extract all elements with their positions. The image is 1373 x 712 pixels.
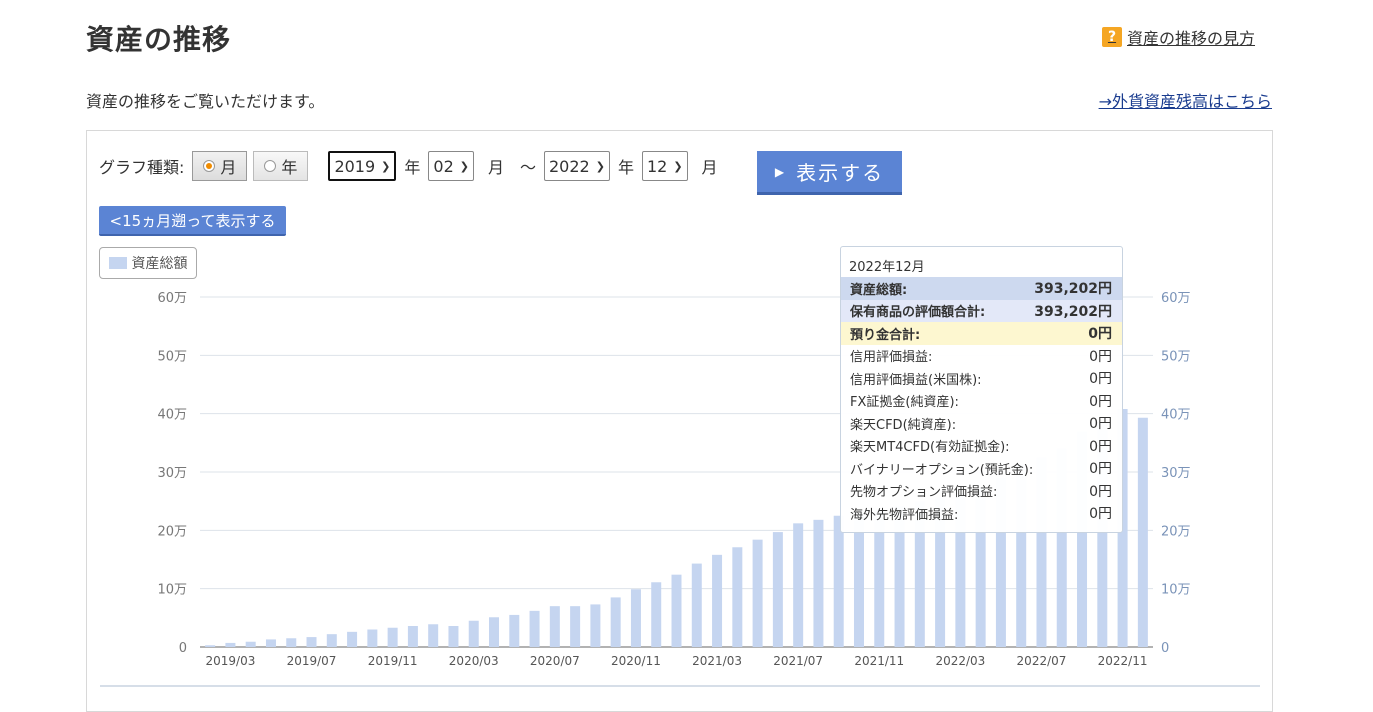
bar-2019/07	[306, 637, 317, 647]
bar-2020/03	[468, 620, 479, 647]
y-tick-label-right: 60万	[1161, 291, 1191, 306]
x-tick-label: 2019/03	[205, 654, 255, 668]
bar-2019/06	[286, 638, 297, 647]
tooltip-label: 資産総額:	[850, 282, 908, 298]
tooltip-row: 資産総額: 393,202円	[841, 277, 1122, 300]
tooltip-value: 0円	[1089, 483, 1112, 500]
bar-2020/09	[590, 604, 601, 647]
tooltip-label: 先物オプション評価損益:	[850, 485, 998, 501]
tooltip-row: 保有商品の評価額合計: 393,202円	[841, 299, 1122, 322]
tooltip-title: 2022年12月	[849, 260, 925, 275]
tooltip-value: 0円	[1089, 371, 1112, 388]
tooltip-value: 393,202円	[1034, 281, 1112, 298]
bar-2020/06	[529, 610, 540, 647]
y-tick-label-right: 40万	[1161, 408, 1191, 423]
tooltip-label: 保有商品の評価額合計:	[850, 305, 986, 321]
y-tick-label-left: 20万	[157, 524, 187, 539]
tooltip-row: 楽天MT4CFD(有効証拠金): 0円	[841, 435, 1122, 458]
tooltip-label: 楽天CFD(純資産):	[850, 417, 957, 433]
tooltip-label: 信用評価損益(米国株):	[850, 372, 982, 388]
bar-2020/11	[630, 589, 641, 647]
bar-2020/12	[651, 582, 662, 647]
x-tick-label: 2019/11	[368, 654, 418, 668]
chart-tooltip: 2022年12月 資産総額: 393,202円 保有商品の評価額合計: 393,202…	[840, 246, 1123, 533]
y-tick-label-left: 30万	[157, 466, 187, 481]
bar-2020/07	[549, 606, 560, 647]
tooltip-label: FX証拠金(純資産):	[850, 395, 959, 411]
x-tick-label: 2021/03	[692, 654, 742, 668]
tooltip-row: 楽天CFD(純資産): 0円	[841, 412, 1122, 435]
bar-2019/12	[407, 626, 418, 647]
bar-2021/05	[752, 539, 763, 647]
tooltip-label: 海外先物評価損益:	[850, 507, 959, 523]
tooltip-value: 0円	[1089, 506, 1112, 523]
y-tick-label-left: 10万	[157, 583, 187, 598]
y-tick-label-left: 40万	[157, 408, 187, 423]
y-tick-label-left: 60万	[157, 291, 187, 306]
tooltip-label: バイナリーオプション(預託金):	[850, 462, 1034, 478]
tooltip-row: 預り金合計: 0円	[841, 322, 1122, 345]
bar-2021/09	[833, 515, 844, 647]
bar-2019/02	[205, 645, 216, 647]
bar-2020/08	[570, 606, 581, 647]
y-tick-label-right: 30万	[1161, 466, 1191, 481]
tooltip-value: 0円	[1089, 438, 1112, 455]
tooltip-row: 海外先物評価損益: 0円	[841, 502, 1122, 525]
tooltip-label: 預り金合計:	[850, 327, 921, 343]
x-tick-label: 2022/03	[935, 654, 985, 668]
tooltip-row: FX証拠金(純資産): 0円	[841, 390, 1122, 413]
bar-2020/01	[428, 624, 439, 647]
bar-2021/03	[712, 554, 723, 647]
bar-2021/01	[671, 574, 682, 647]
bar-2019/05	[265, 639, 276, 647]
tooltip-value: 0円	[1089, 416, 1112, 433]
bar-2020/02	[448, 626, 459, 647]
bar-2021/08	[813, 519, 824, 647]
tooltip-value: 393,202円	[1034, 303, 1112, 320]
x-tick-label: 2020/07	[530, 654, 580, 668]
y-tick-label-left: 50万	[157, 349, 187, 364]
bar-2019/10	[367, 629, 378, 647]
bar-2019/08	[326, 634, 337, 647]
bar-2019/04	[245, 641, 256, 647]
y-tick-label-right: 0	[1161, 641, 1169, 656]
bar-2022/12	[1137, 417, 1148, 647]
bar-2021/06	[772, 532, 783, 647]
bar-2020/10	[610, 597, 621, 647]
tooltip-row: 先物オプション評価損益: 0円	[841, 480, 1122, 503]
bar-2021/07	[793, 523, 804, 647]
bar-2019/03	[225, 642, 236, 647]
x-tick-label: 2019/07	[287, 654, 337, 668]
bar-2020/04	[489, 617, 500, 647]
tooltip-row: 信用評価損益: 0円	[841, 345, 1122, 368]
x-tick-label: 2022/07	[1017, 654, 1067, 668]
y-tick-label-right: 20万	[1161, 524, 1191, 539]
bar-2020/05	[509, 614, 520, 647]
y-tick-label-right: 10万	[1161, 583, 1191, 598]
x-tick-label: 2021/07	[773, 654, 823, 668]
tooltip-value: 0円	[1088, 326, 1112, 343]
tooltip-row: 信用評価損益(米国株): 0円	[841, 367, 1122, 390]
y-tick-label-left: 0	[179, 641, 187, 656]
tooltip-row: バイナリーオプション(預託金): 0円	[841, 457, 1122, 480]
tooltip-value: 0円	[1089, 393, 1112, 410]
x-tick-label: 2020/11	[611, 654, 661, 668]
tooltip-label: 楽天MT4CFD(有効証拠金):	[850, 440, 1010, 456]
x-tick-label: 2022/11	[1098, 654, 1148, 668]
x-tick-label: 2021/11	[854, 654, 904, 668]
x-tick-label: 2020/03	[449, 654, 499, 668]
bar-2019/09	[347, 631, 358, 647]
bar-2021/02	[691, 563, 702, 647]
tooltip-value: 0円	[1089, 461, 1112, 478]
asset-chart: 0 0 10万 10万 20万 20万 30万 30万 40万 40万 50万 50万 60万 60万 20…	[100, 291, 1260, 687]
tooltip-value: 0円	[1089, 348, 1112, 365]
bar-2019/11	[387, 627, 398, 647]
y-tick-label-right: 50万	[1161, 349, 1191, 364]
tooltip-label: 信用評価損益:	[850, 350, 933, 366]
bar-2021/04	[732, 547, 743, 647]
